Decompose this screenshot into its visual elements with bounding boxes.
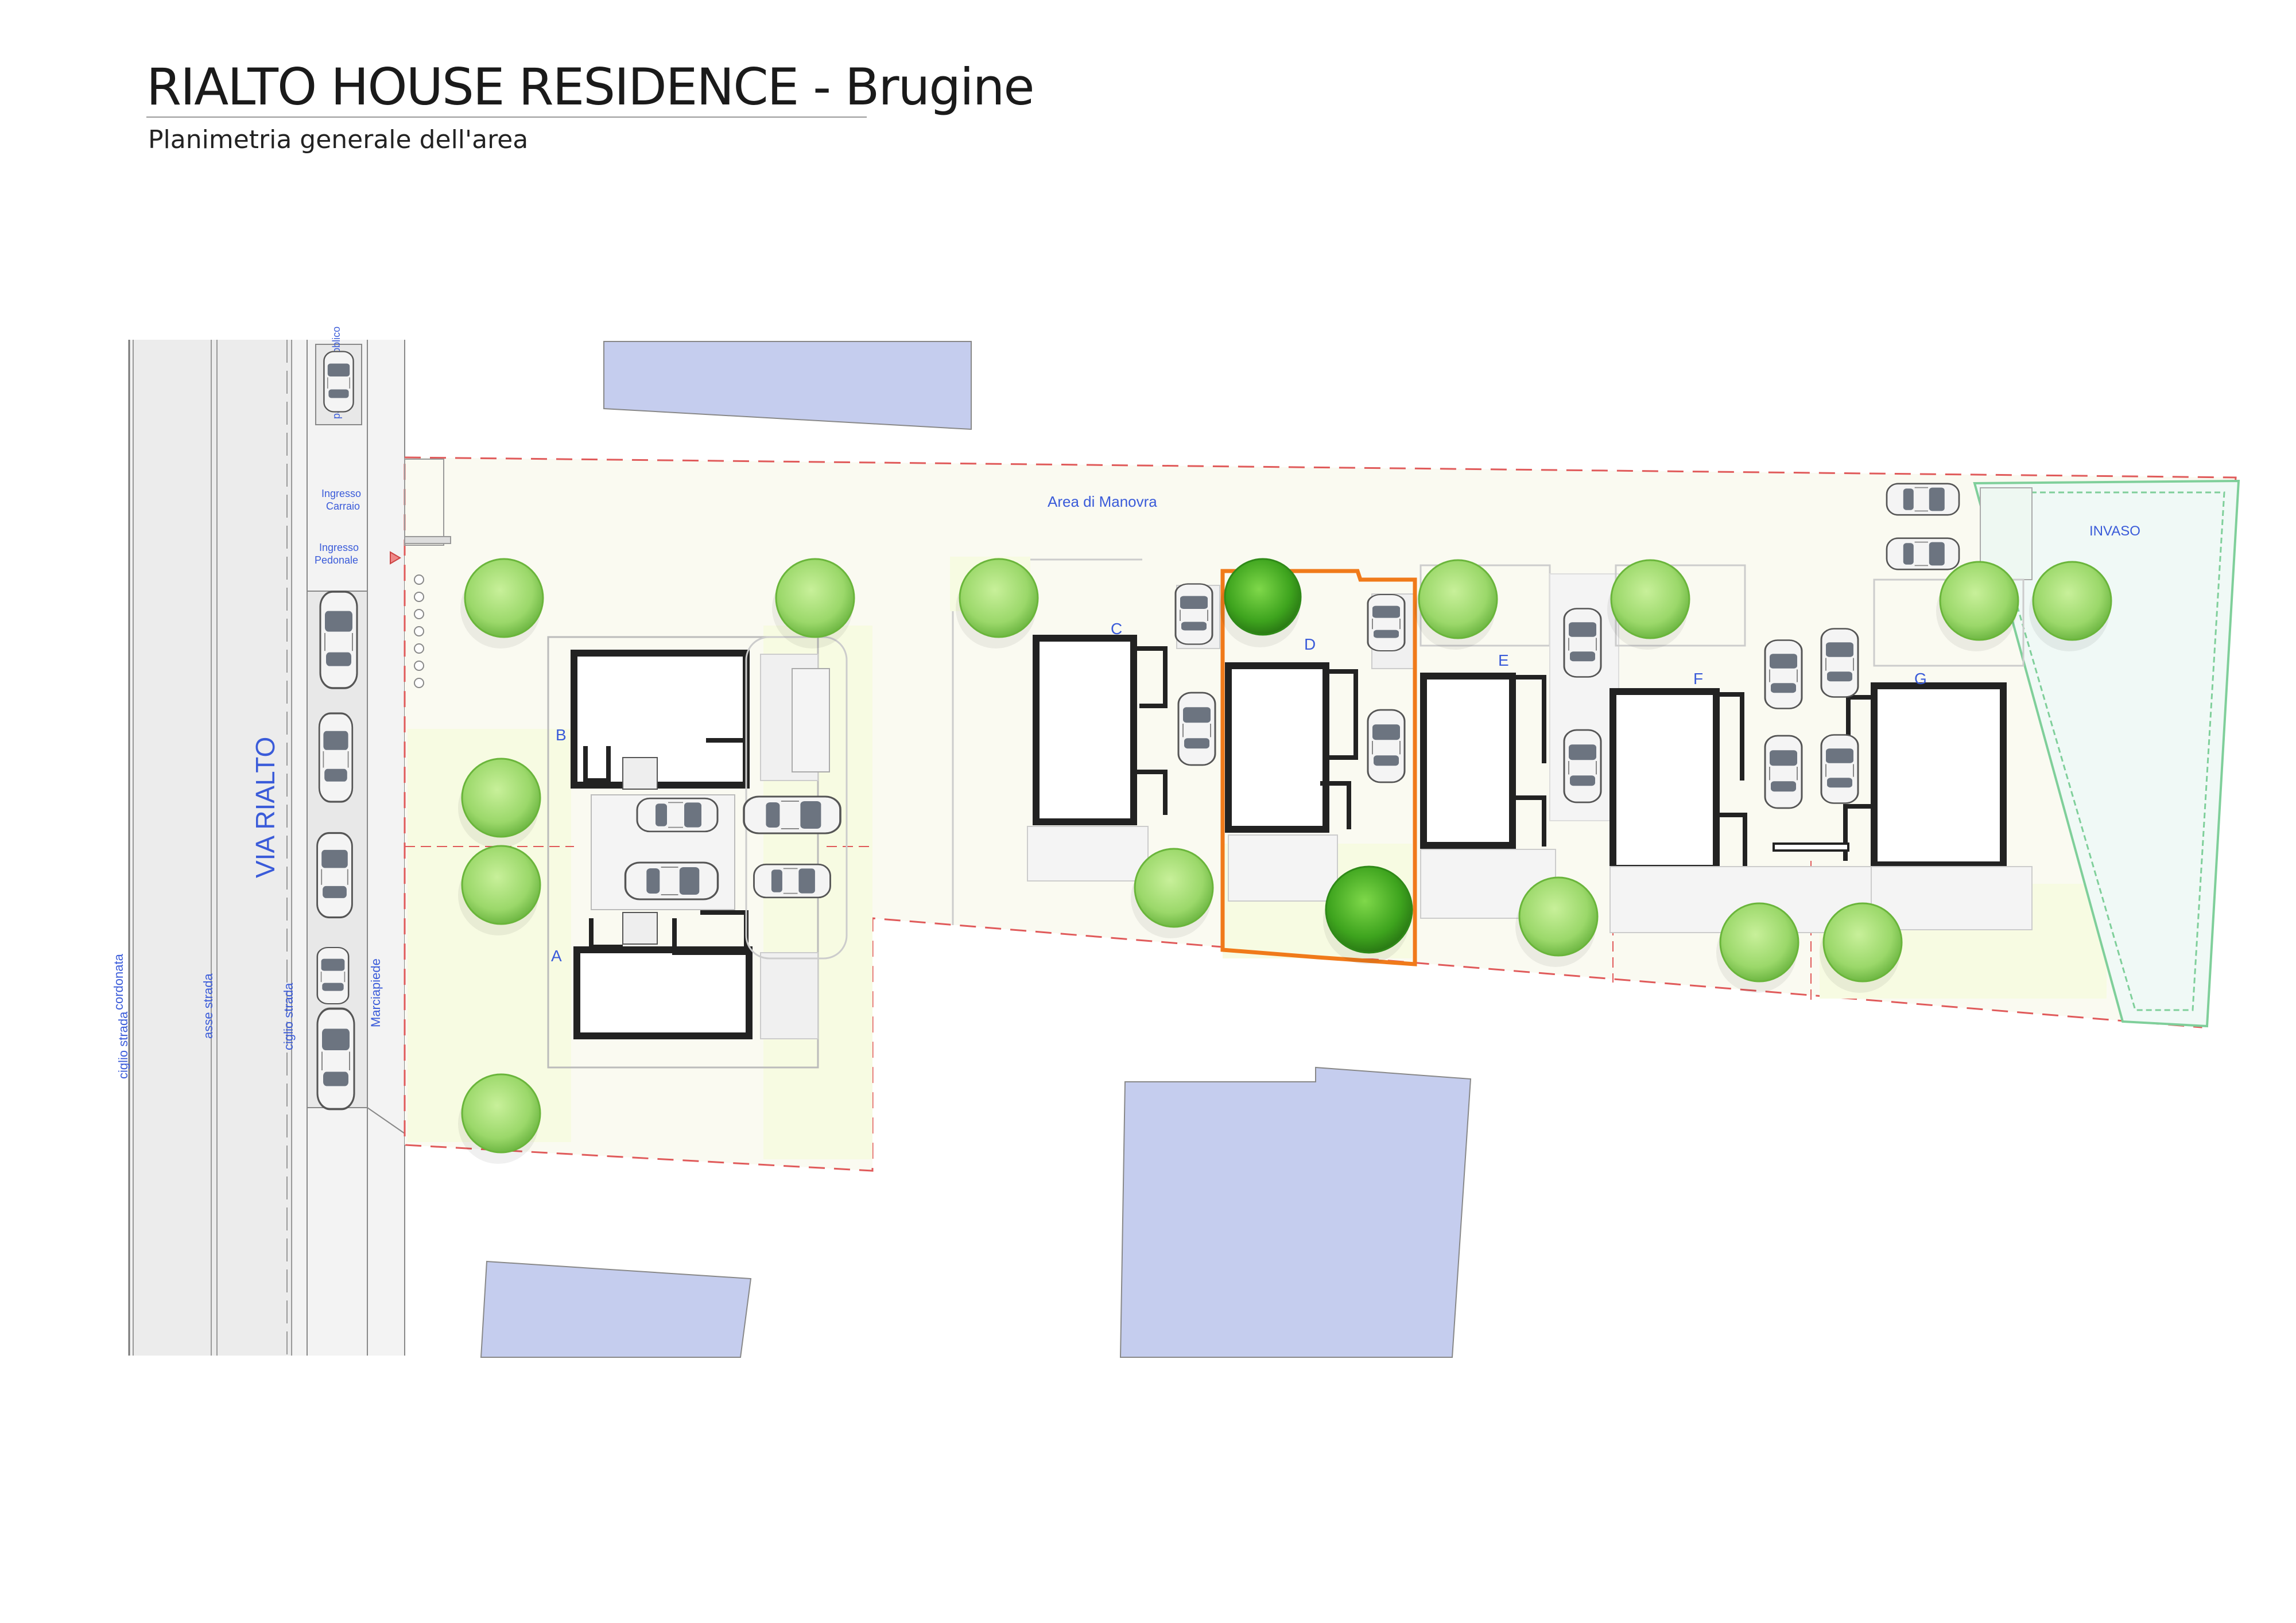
ingresso-carraio-1: Ingresso	[321, 488, 361, 499]
ciglio-strada-left-label: ciglio strada	[116, 1011, 130, 1079]
unit-label-e: E	[1498, 651, 1509, 669]
street-name-label: VIA RIALTO	[250, 737, 280, 878]
marciapiede-label: Marciapiede	[369, 958, 383, 1027]
street-name: VIA RIALTO	[250, 737, 280, 878]
asse-strada-label: asse strada	[201, 973, 215, 1039]
unit-label-a: A	[551, 947, 562, 965]
unit-label-g: G	[1914, 670, 1927, 688]
ingresso-pedonale-2: Pedonale	[315, 554, 358, 566]
unit-label-d: D	[1304, 635, 1316, 653]
unit-label-b: B	[556, 726, 567, 744]
cordonata-label: cordonata	[111, 953, 126, 1010]
unit-label-f: F	[1693, 670, 1703, 688]
site-plan: VIA RIALTO cordonata ciglio strada asse …	[111, 327, 2240, 1358]
ingresso-carraio-2: Carraio	[326, 500, 360, 512]
ciglio-strada-right-label: ciglio strada	[281, 983, 296, 1050]
unit-label-c: C	[1111, 620, 1122, 638]
area-manovra-label: Area di Manovra	[1048, 493, 1157, 510]
ingresso-pedonale-1: Ingresso	[319, 542, 359, 553]
invaso-label: INVASO	[2089, 523, 2140, 539]
